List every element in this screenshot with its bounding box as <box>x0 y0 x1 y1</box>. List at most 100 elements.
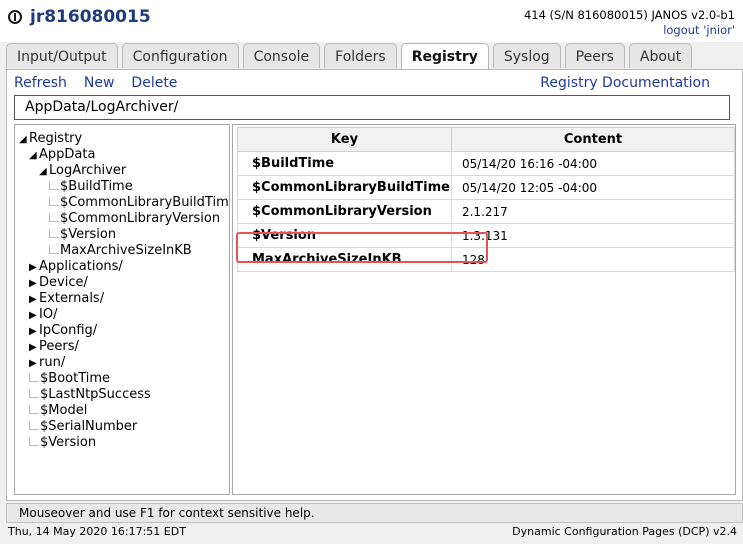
tree-item-label: IO/ <box>39 307 58 322</box>
expanded-arrow-icon[interactable]: ◢ <box>29 148 39 164</box>
footer-datetime: Thu, 14 May 2020 16:17:51 EDT <box>8 525 186 538</box>
action-links: Refresh New Delete <box>14 75 194 91</box>
expanded-arrow-icon[interactable]: ◢ <box>39 164 49 180</box>
tree-leaf-connector-icon <box>29 437 39 446</box>
tree-item[interactable]: MaxArchiveSizeInKB <box>49 243 192 259</box>
registry-documentation-link[interactable]: Registry Documentation <box>540 75 710 91</box>
refresh-link[interactable]: Refresh <box>14 75 67 91</box>
collapsed-arrow-icon[interactable]: ▶ <box>29 276 39 292</box>
tree-item-label: IpConfig/ <box>39 323 98 338</box>
tree-item[interactable]: ◢ LogArchiver <box>39 163 126 179</box>
row-content[interactable]: 1.3.131 <box>450 223 736 248</box>
tree-leaf-connector-icon <box>49 229 59 238</box>
footer-version: Dynamic Configuration Pages (DCP) v2.4 <box>512 525 737 538</box>
tree-item[interactable]: $Version <box>29 435 96 451</box>
tree-item-label: Device/ <box>39 275 88 290</box>
tree-item-label: $CommonLibraryVersion <box>60 211 221 226</box>
collapsed-arrow-icon[interactable]: ▶ <box>29 356 39 372</box>
tree-leaf-connector-icon <box>49 245 59 254</box>
tree-item-label: $SerialNumber <box>40 419 138 434</box>
registry-path-field[interactable]: AppData/LogArchiver/ <box>14 95 730 120</box>
tree-item[interactable]: ▶ run/ <box>29 355 65 371</box>
row-content[interactable]: 05/14/20 16:16 -04:00 <box>450 151 736 176</box>
content-column-header[interactable]: Content <box>450 127 736 152</box>
collapsed-arrow-icon[interactable]: ▶ <box>29 324 39 340</box>
tab-about[interactable]: About <box>628 43 693 68</box>
help-bar: Mouseover and use F1 for context sensiti… <box>6 503 743 523</box>
tree-item-label: run/ <box>39 355 66 370</box>
tree-item[interactable]: ▶ Device/ <box>29 275 88 291</box>
tree-item-label: MaxArchiveSizeInKB <box>60 243 192 258</box>
tab-configuration[interactable]: Configuration <box>121 43 239 68</box>
tree-item-label: Peers/ <box>39 339 79 354</box>
tab-input-output[interactable]: Input/Output <box>6 43 118 68</box>
expanded-arrow-icon[interactable]: ◢ <box>19 132 29 148</box>
new-link[interactable]: New <box>84 75 115 91</box>
tree-item-label: $Model <box>40 403 88 418</box>
tree-item-label: Applications/ <box>39 259 123 274</box>
tree-item[interactable]: ◢ Registry <box>19 131 82 147</box>
tree-leaf-connector-icon <box>29 421 39 430</box>
tree-item[interactable]: $Model <box>29 403 87 419</box>
row-content[interactable]: 05/14/20 12:05 -04:00 <box>450 175 736 200</box>
tab-registry[interactable]: Registry <box>400 43 489 70</box>
delete-link[interactable]: Delete <box>131 75 177 91</box>
row-content[interactable]: 2.1.217 <box>450 199 736 224</box>
tree-leaf-connector-icon <box>29 373 39 382</box>
tree-item[interactable]: ▶ Externals/ <box>29 291 104 307</box>
tree-item[interactable]: ▶ Applications/ <box>29 259 123 275</box>
tree-leaf-connector-icon <box>49 213 59 222</box>
tree-leaf-connector-icon <box>29 389 39 398</box>
row-key: $CommonLibraryBuildTime <box>237 175 452 200</box>
tree-item-label: AppData <box>39 147 96 162</box>
tab-syslog[interactable]: Syslog <box>492 43 561 68</box>
tree-item-label: $CommonLibraryBuildTime <box>60 195 230 210</box>
row-key: $BuildTime <box>237 151 452 176</box>
tree-item-label: $LastNtpSuccess <box>40 387 151 402</box>
app-title: jr816080015 <box>30 7 151 27</box>
tab-bar: Input/Output Configuration Console Folde… <box>6 43 696 70</box>
table-row[interactable]: $CommonLibraryBuildTime 05/14/20 12:05 -… <box>237 175 736 200</box>
logout-link[interactable]: logout 'jnior' <box>663 23 735 37</box>
collapsed-arrow-icon[interactable]: ▶ <box>29 292 39 308</box>
tree-item-label: $Version <box>40 435 97 450</box>
collapsed-arrow-icon[interactable]: ▶ <box>29 340 39 356</box>
tree-item[interactable]: $BootTime <box>29 371 110 387</box>
tab-peers[interactable]: Peers <box>564 43 625 68</box>
tree-item[interactable]: $Version <box>49 227 116 243</box>
tree-item-label: Externals/ <box>39 291 105 306</box>
table-row[interactable]: $CommonLibraryVersion 2.1.217 <box>237 199 736 224</box>
tree-item[interactable]: $LastNtpSuccess <box>29 387 151 403</box>
header-bar: jr816080015 414 (S/N 816080015) JANOS v2… <box>0 0 743 42</box>
jnior-logo-icon <box>8 10 22 24</box>
tab-folders[interactable]: Folders <box>324 43 397 68</box>
tab-console[interactable]: Console <box>242 43 321 68</box>
tree-item[interactable]: $SerialNumber <box>29 419 137 435</box>
tree-item[interactable]: $CommonLibraryBuildTime <box>49 195 230 211</box>
row-key: $CommonLibraryVersion <box>237 199 452 224</box>
tree-leaf-connector-icon <box>49 197 59 206</box>
tree-item[interactable]: $BuildTime <box>49 179 133 195</box>
key-column-header[interactable]: Key <box>237 127 452 152</box>
tree-leaf-connector-icon <box>29 405 39 414</box>
tree-item-label: LogArchiver <box>49 163 127 178</box>
tree-item[interactable]: ◢ AppData <box>29 147 95 163</box>
tree-leaf-connector-icon <box>49 181 59 190</box>
tree-item[interactable]: ▶ IpConfig/ <box>29 323 97 339</box>
collapsed-arrow-icon[interactable]: ▶ <box>29 308 39 324</box>
tree-item[interactable]: ▶ Peers/ <box>29 339 79 355</box>
tree-item[interactable]: ▶ IO/ <box>29 307 57 323</box>
collapsed-arrow-icon[interactable]: ▶ <box>29 260 39 276</box>
table-row[interactable]: $BuildTime 05/14/20 16:16 -04:00 <box>237 151 736 176</box>
tree-item[interactable]: $CommonLibraryVersion <box>49 211 220 227</box>
header-info: 414 (S/N 816080015) JANOS v2.0-b1 logout… <box>524 8 735 38</box>
tree-item-label: $BuildTime <box>60 179 133 194</box>
tree-item-label: $BootTime <box>40 371 111 386</box>
registry-table-panel: Key Content $BuildTime 05/14/20 16:16 -0… <box>232 124 736 495</box>
row-content[interactable]: 128 <box>450 247 736 272</box>
serial-line: 414 (S/N 816080015) JANOS v2.0-b1 <box>523 8 735 22</box>
tree-item-label: $Version <box>60 227 117 242</box>
registry-tree: ◢ Registry ◢ AppData ◢ LogArchiver $BuildTime $… <box>14 124 230 495</box>
highlight-box <box>236 232 488 263</box>
tree-item-label: Registry <box>29 131 83 146</box>
